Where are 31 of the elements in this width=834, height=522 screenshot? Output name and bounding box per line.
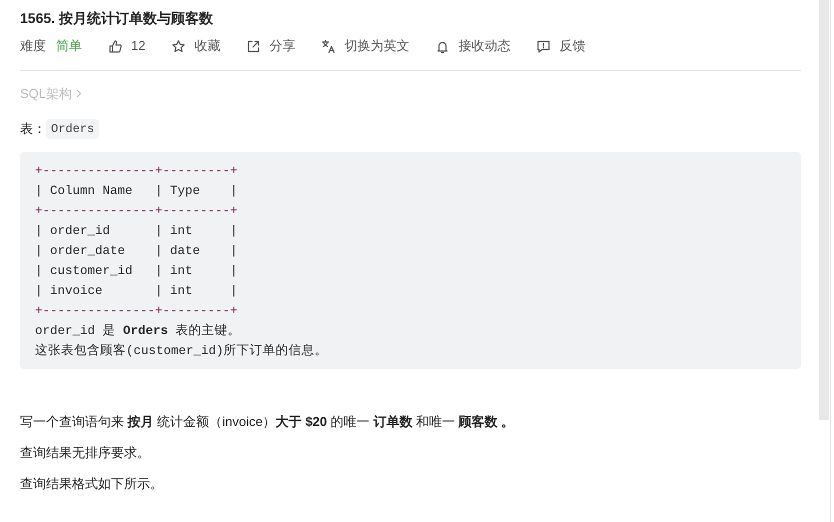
paragraph: 查询结果无排序要求。 — [20, 444, 151, 462]
thumbs-up-icon — [108, 38, 123, 54]
code-line: | order_date | date | — [35, 242, 239, 260]
scrollbar[interactable] — [819, 0, 829, 420]
chevron-right-icon — [76, 89, 82, 98]
star-button[interactable]: 收藏 — [171, 36, 220, 56]
code-line: +---------------+---------+ — [35, 162, 239, 180]
code-note: order_id 是 Orders 表的主键。 — [35, 322, 242, 340]
share-button[interactable]: 分享 — [246, 36, 296, 56]
translate-icon — [321, 38, 336, 54]
difficulty-value: 简单 — [56, 37, 82, 56]
paragraph: 查询结果格式如下所示。 — [20, 474, 164, 492]
table-name: Orders — [46, 118, 100, 138]
feedback-button[interactable]: 反馈 — [536, 36, 586, 56]
table-label: 表： — [20, 120, 46, 138]
star-icon — [171, 38, 186, 54]
problem-title: 1565. 按月统计订单数与顾客数 — [20, 9, 214, 27]
code-line: | order_id | int | — [35, 222, 239, 240]
code-line: | Column Name | Type | — [35, 182, 239, 200]
share-icon — [246, 38, 262, 54]
difficulty-label: 难度 — [20, 37, 46, 56]
code-line: | customer_id | int | — [35, 262, 239, 280]
paragraph: 写一个查询语句来 按月 统计金额（invoice）大于 $20 的唯一 订单数 和唯一 顾客数 。 — [20, 412, 516, 430]
feedback-icon — [536, 38, 552, 54]
code-line: +---------------+---------+ — [35, 302, 239, 320]
code-note: 这张表包含顾客(customer_id)所下订单的信息。 — [35, 342, 329, 360]
code-line: +---------------+---------+ — [35, 202, 239, 220]
translate-button[interactable]: 切换为英文 — [321, 36, 410, 56]
bell-button[interactable]: 接收动态 — [435, 36, 510, 56]
code-line: | invoice | int | — [35, 282, 239, 300]
like-button[interactable]: 12 — [108, 36, 146, 56]
